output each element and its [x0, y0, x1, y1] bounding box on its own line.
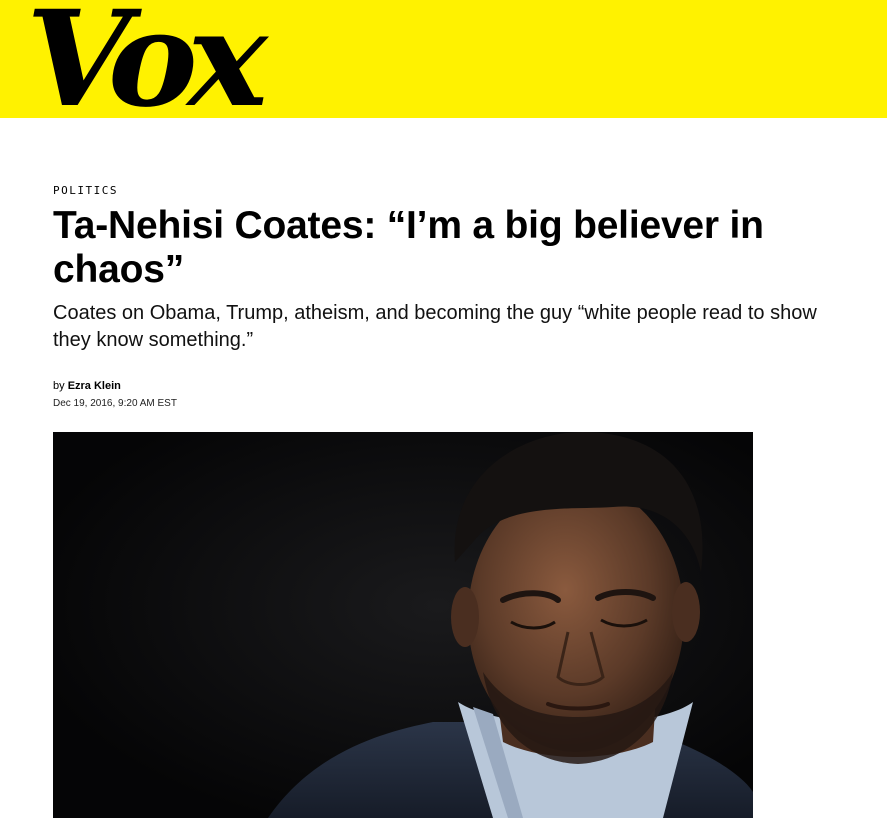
byline-prefix: by: [53, 380, 65, 392]
publish-timestamp: Dec 19, 2016, 9:20 AM EST: [53, 398, 177, 409]
byline: by Ezra Klein: [53, 378, 853, 394]
article-header: POLITICS Ta-Nehisi Coates: “I’m a big be…: [53, 178, 853, 414]
vox-logo[interactable]: Vox: [26, 0, 268, 126]
author-link[interactable]: Ezra Klein: [68, 380, 121, 392]
hero-image: [53, 432, 753, 818]
site-header: Vox: [0, 0, 887, 126]
article-headline: Ta-Nehisi Coates: “I’m a big believer in…: [53, 204, 764, 291]
article-dek: Coates on Obama, Trump, atheism, and bec…: [53, 302, 817, 351]
section-label[interactable]: POLITICS: [53, 178, 853, 204]
portrait-illustration: [53, 432, 753, 818]
